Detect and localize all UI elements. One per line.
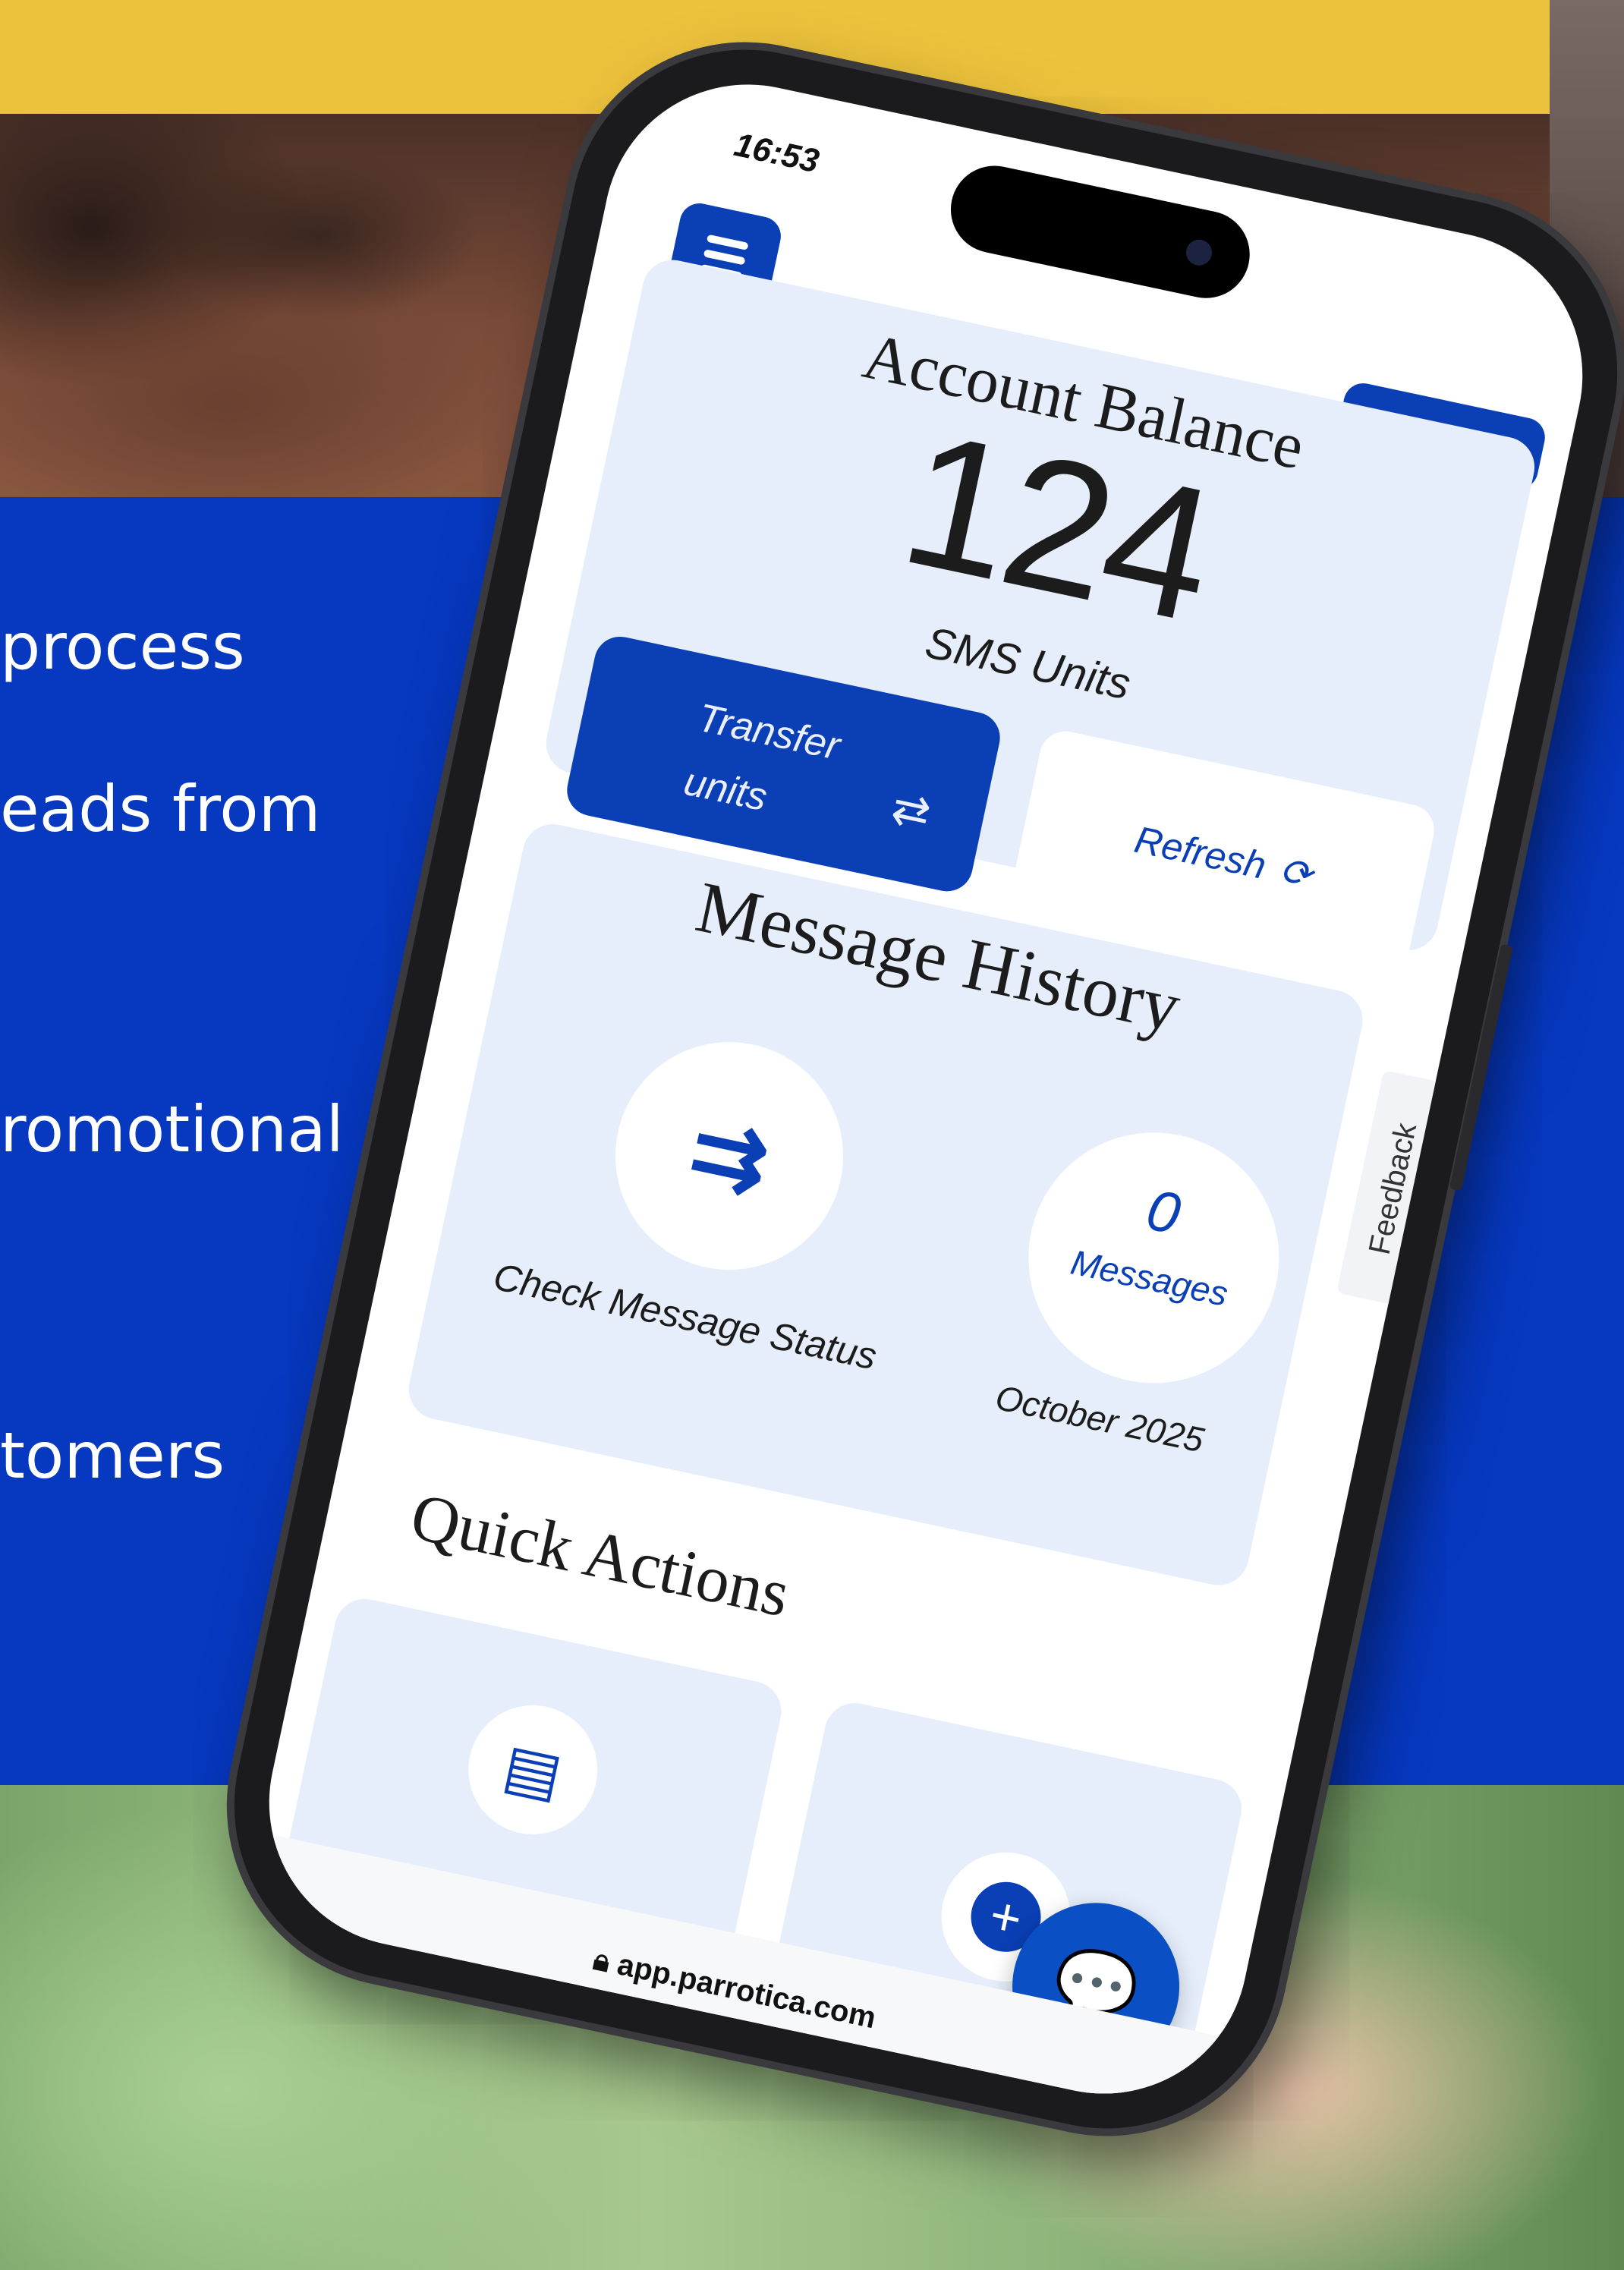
check-status-icon: ⇉ — [681, 1097, 778, 1214]
dynamic-island — [943, 157, 1258, 307]
quick-actions-title: Quick Actions — [404, 1479, 796, 1632]
transfer-units-label: Transfer units — [680, 695, 844, 820]
hamburger-menu-icon-line — [703, 249, 746, 266]
check-message-status-label: Check Message Status — [489, 1255, 881, 1378]
refresh-label: Refresh — [1131, 817, 1270, 887]
message-history-month: October 2025 — [992, 1377, 1207, 1460]
status-time: 16:53 — [731, 126, 823, 181]
message-count-badge: 0 Messages — [1005, 1109, 1303, 1407]
background-text-line: tomers — [0, 1418, 225, 1493]
background-text-line: romotional — [0, 1092, 345, 1166]
url-value: app.parrotica.com — [614, 1947, 880, 2035]
check-message-status-button[interactable]: ⇉ — [594, 1021, 864, 1291]
background-text-line: process — [0, 609, 245, 684]
refresh-icon: ⟳ — [1276, 848, 1316, 897]
swap-arrows-icon: ⇄ — [887, 781, 936, 839]
message-icon: ▤ — [456, 1693, 610, 1847]
background-text-line: eads from — [0, 772, 321, 846]
account-balance-card: Account Balance 124 SMS Units Transfer u… — [540, 254, 1541, 989]
feedback-label: Feedback — [1362, 1119, 1424, 1258]
hamburger-menu-icon — [706, 234, 749, 250]
